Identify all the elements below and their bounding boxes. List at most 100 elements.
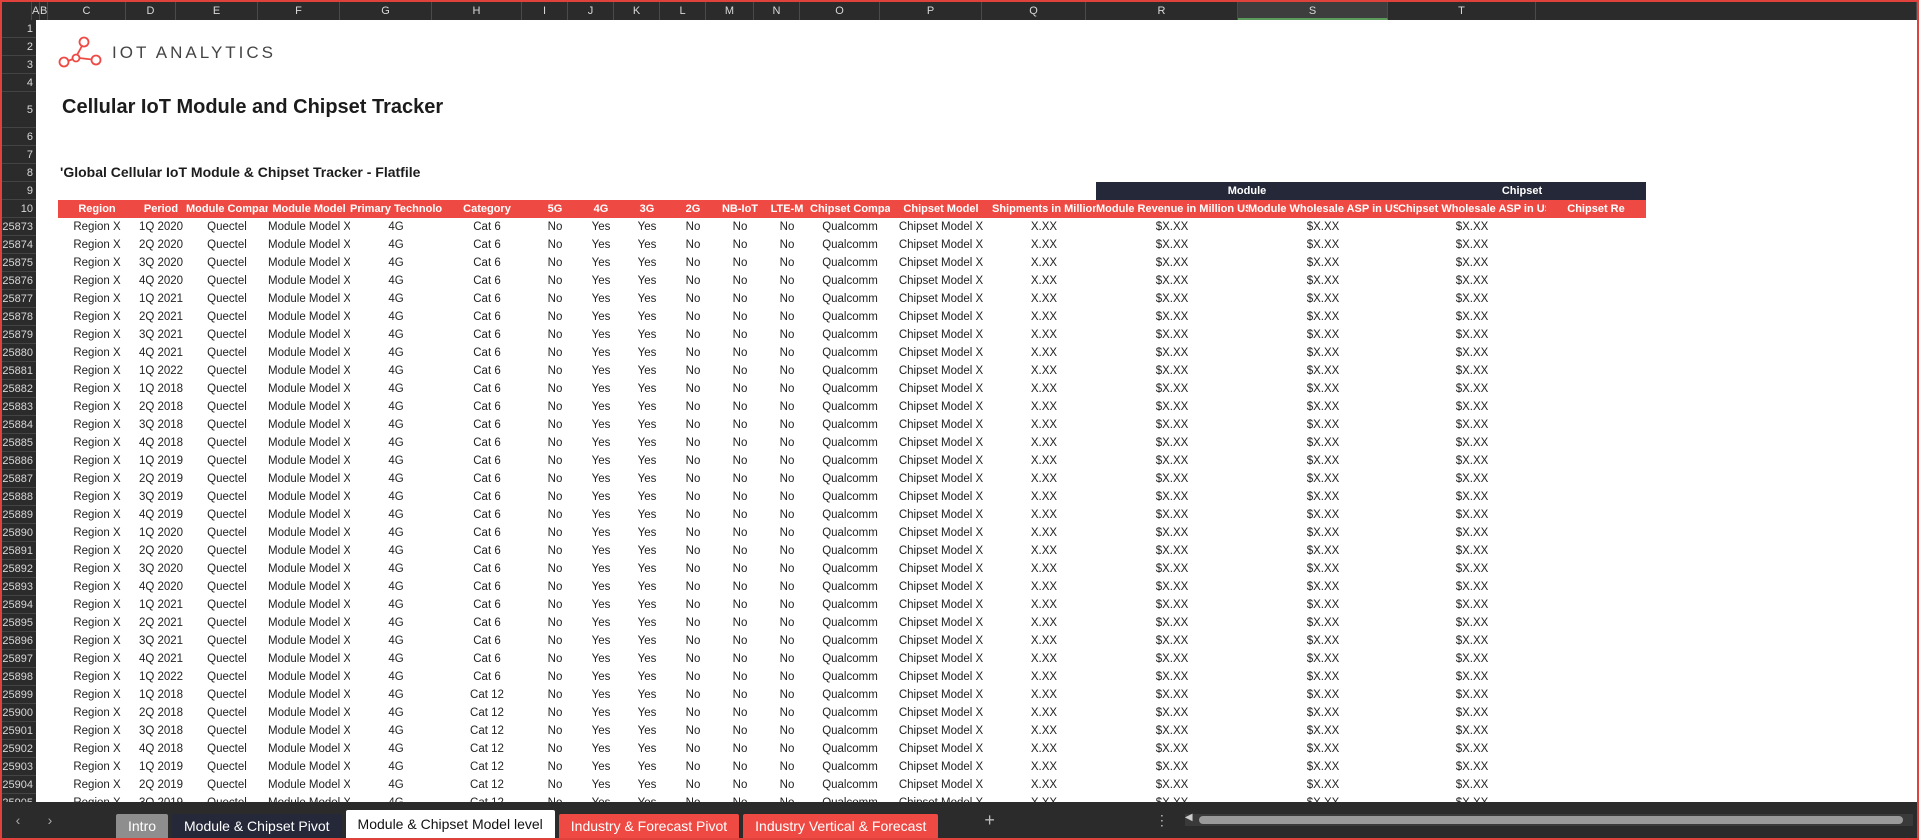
- table-cell[interactable]: Chipset Model X: [890, 236, 992, 254]
- table-cell[interactable]: Region X: [58, 578, 136, 596]
- table-cell[interactable]: X.XX: [992, 236, 1096, 254]
- table-cell[interactable]: X.XX: [992, 506, 1096, 524]
- table-cell[interactable]: $X.XX: [1096, 542, 1248, 560]
- table-cell[interactable]: Yes: [624, 560, 670, 578]
- table-cell[interactable]: No: [764, 740, 810, 758]
- table-cell[interactable]: Region X: [58, 776, 136, 794]
- table-cell[interactable]: No: [764, 416, 810, 434]
- table-cell[interactable]: [1546, 254, 1646, 272]
- table-cell[interactable]: No: [764, 776, 810, 794]
- table-cell[interactable]: No: [532, 704, 578, 722]
- table-cell[interactable]: $X.XX: [1096, 344, 1248, 362]
- table-cell[interactable]: X.XX: [992, 794, 1096, 802]
- table-cell[interactable]: $X.XX: [1248, 416, 1398, 434]
- table-cell[interactable]: $X.XX: [1398, 362, 1546, 380]
- table-cell[interactable]: Yes: [578, 218, 624, 236]
- table-cell[interactable]: Cat 12: [442, 740, 532, 758]
- table-cell[interactable]: No: [670, 740, 716, 758]
- table-cell[interactable]: Qualcomm: [810, 416, 890, 434]
- table-cell[interactable]: 4G: [350, 380, 442, 398]
- table-cell[interactable]: No: [716, 722, 764, 740]
- table-cell[interactable]: Region X: [58, 614, 136, 632]
- table-cell[interactable]: Cat 6: [442, 632, 532, 650]
- row-header[interactable]: 25893: [2, 578, 36, 596]
- table-cell[interactable]: No: [670, 362, 716, 380]
- table-cell[interactable]: 3Q 2019: [136, 488, 186, 506]
- table-cell[interactable]: Chipset Model X: [890, 614, 992, 632]
- table-cell[interactable]: Yes: [578, 416, 624, 434]
- table-cell[interactable]: $X.XX: [1096, 578, 1248, 596]
- table-cell[interactable]: [1546, 344, 1646, 362]
- column-header-e[interactable]: E: [176, 2, 258, 20]
- table-cell[interactable]: No: [764, 578, 810, 596]
- column-header-cell[interactable]: Region: [58, 200, 136, 218]
- table-cell[interactable]: $X.XX: [1398, 722, 1546, 740]
- table-cell[interactable]: $X.XX: [1096, 704, 1248, 722]
- table-cell[interactable]: Yes: [578, 254, 624, 272]
- table-cell[interactable]: Module Model X: [268, 686, 350, 704]
- scroll-left-icon[interactable]: ◀: [1185, 812, 1193, 823]
- table-cell[interactable]: 4G: [350, 578, 442, 596]
- table-cell[interactable]: No: [532, 722, 578, 740]
- table-cell[interactable]: $X.XX: [1398, 308, 1546, 326]
- table-cell[interactable]: No: [764, 236, 810, 254]
- table-cell[interactable]: $X.XX: [1248, 470, 1398, 488]
- table-cell[interactable]: X.XX: [992, 578, 1096, 596]
- table-cell[interactable]: Yes: [578, 722, 624, 740]
- table-cell[interactable]: No: [716, 596, 764, 614]
- table-cell[interactable]: Quectel: [186, 326, 268, 344]
- table-cell[interactable]: No: [670, 686, 716, 704]
- table-cell[interactable]: $X.XX: [1398, 272, 1546, 290]
- table-cell[interactable]: Quectel: [186, 704, 268, 722]
- table-cell[interactable]: $X.XX: [1398, 416, 1546, 434]
- table-cell[interactable]: No: [716, 740, 764, 758]
- table-cell[interactable]: Cat 12: [442, 758, 532, 776]
- table-cell[interactable]: X.XX: [992, 740, 1096, 758]
- column-header-cell[interactable]: Chipset Model: [890, 200, 992, 218]
- table-cell[interactable]: No: [716, 398, 764, 416]
- table-cell[interactable]: No: [716, 650, 764, 668]
- table-cell[interactable]: Module Model X: [268, 596, 350, 614]
- table-cell[interactable]: No: [764, 398, 810, 416]
- row-header[interactable]: 25873: [2, 218, 36, 236]
- table-cell[interactable]: 4G: [350, 254, 442, 272]
- table-cell[interactable]: Yes: [624, 254, 670, 272]
- table-cell[interactable]: Region X: [58, 362, 136, 380]
- table-cell[interactable]: $X.XX: [1248, 704, 1398, 722]
- table-cell[interactable]: Yes: [624, 488, 670, 506]
- table-cell[interactable]: Yes: [578, 362, 624, 380]
- table-cell[interactable]: No: [716, 776, 764, 794]
- table-cell[interactable]: No: [764, 308, 810, 326]
- table-cell[interactable]: Cat 6: [442, 650, 532, 668]
- table-cell[interactable]: 3Q 2020: [136, 254, 186, 272]
- table-cell[interactable]: 1Q 2021: [136, 290, 186, 308]
- column-header-cell[interactable]: Chipset Wholesale ASP in USD: [1398, 200, 1546, 218]
- table-cell[interactable]: $X.XX: [1248, 560, 1398, 578]
- table-cell[interactable]: 2Q 2019: [136, 470, 186, 488]
- table-cell[interactable]: Cat 6: [442, 488, 532, 506]
- table-cell[interactable]: [1546, 452, 1646, 470]
- table-cell[interactable]: [1546, 488, 1646, 506]
- table-cell[interactable]: $X.XX: [1398, 236, 1546, 254]
- table-cell[interactable]: Yes: [578, 290, 624, 308]
- table-cell[interactable]: 2Q 2021: [136, 308, 186, 326]
- sheet-tab-3[interactable]: Module & Chipset Model level: [345, 810, 555, 838]
- row-header[interactable]: 25879: [2, 326, 36, 344]
- plus-icon[interactable]: +: [984, 810, 995, 831]
- table-cell[interactable]: Module Model X: [268, 632, 350, 650]
- table-cell[interactable]: $X.XX: [1248, 776, 1398, 794]
- table-cell[interactable]: Region X: [58, 686, 136, 704]
- table-cell[interactable]: [1546, 668, 1646, 686]
- table-cell[interactable]: No: [716, 380, 764, 398]
- table-cell[interactable]: No: [670, 488, 716, 506]
- table-cell[interactable]: Qualcomm: [810, 236, 890, 254]
- table-cell[interactable]: 4Q 2018: [136, 434, 186, 452]
- table-cell[interactable]: [1546, 686, 1646, 704]
- table-cell[interactable]: 4G: [350, 488, 442, 506]
- table-cell[interactable]: Cat 6: [442, 380, 532, 398]
- table-cell[interactable]: Region X: [58, 218, 136, 236]
- table-cell[interactable]: X.XX: [992, 614, 1096, 632]
- table-cell[interactable]: 4G: [350, 560, 442, 578]
- table-cell[interactable]: 4G: [350, 542, 442, 560]
- column-header-n[interactable]: N: [754, 2, 800, 20]
